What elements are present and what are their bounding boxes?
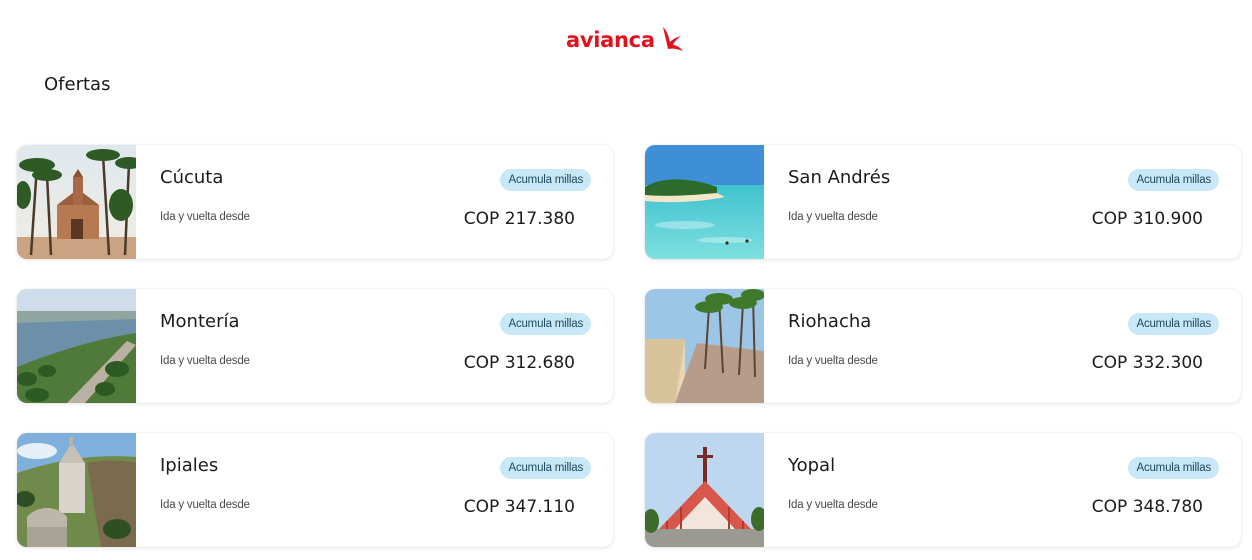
offer-city: Cúcuta xyxy=(160,167,224,188)
offer-card-cucuta[interactable]: Cúcuta Acumula millas Ida y vuelta desde… xyxy=(17,145,613,259)
offer-subtitle: Ida y vuelta desde xyxy=(788,499,878,511)
bird-icon xyxy=(662,27,683,51)
offer-card-riohacha[interactable]: Riohacha Acumula millas Ida y vuelta des… xyxy=(645,289,1241,403)
offer-price: COP 217.380 xyxy=(463,209,575,229)
ipiales-sanctuary-image xyxy=(17,433,136,547)
offer-info: Cúcuta Acumula millas Ida y vuelta desde… xyxy=(136,145,613,259)
miles-badge: Acumula millas xyxy=(500,457,591,479)
offer-city: Yopal xyxy=(788,455,836,476)
offer-price: COP 312.680 xyxy=(463,353,575,373)
offer-subtitle: Ida y vuelta desde xyxy=(160,499,250,511)
san-andres-beach-image xyxy=(645,145,764,259)
offer-info: Yopal Acumula millas Ida y vuelta desde … xyxy=(764,433,1241,547)
offer-card-monteria[interactable]: Montería Acumula millas Ida y vuelta des… xyxy=(17,289,613,403)
offer-price: COP 310.900 xyxy=(1091,209,1203,229)
offer-city: Ipiales xyxy=(160,455,219,476)
offer-subtitle: Ida y vuelta desde xyxy=(160,355,250,367)
logo-wordmark: avianca xyxy=(566,28,655,52)
miles-badge: Acumula millas xyxy=(1128,457,1219,479)
offer-card-ipiales[interactable]: Ipiales Acumula millas Ida y vuelta desd… xyxy=(17,433,613,547)
avianca-logo[interactable]: avianca xyxy=(566,24,685,56)
offer-subtitle: Ida y vuelta desde xyxy=(160,211,250,223)
offer-price: COP 332.300 xyxy=(1091,353,1203,373)
miles-badge: Acumula millas xyxy=(500,313,591,335)
offer-subtitle: Ida y vuelta desde xyxy=(788,355,878,367)
offer-price: COP 348.780 xyxy=(1091,497,1203,517)
offer-card-yopal[interactable]: Yopal Acumula millas Ida y vuelta desde … xyxy=(645,433,1241,547)
offer-card-san-andres[interactable]: San Andrés Acumula millas Ida y vuelta d… xyxy=(645,145,1241,259)
cucuta-cathedral-palms-image xyxy=(17,145,136,259)
offer-subtitle: Ida y vuelta desde xyxy=(788,211,878,223)
offer-city: Riohacha xyxy=(788,311,872,332)
offer-city: San Andrés xyxy=(788,167,891,188)
miles-badge: Acumula millas xyxy=(1128,169,1219,191)
miles-badge: Acumula millas xyxy=(1128,313,1219,335)
miles-badge: Acumula millas xyxy=(500,169,591,191)
offer-price: COP 347.110 xyxy=(463,497,575,517)
offer-info: Riohacha Acumula millas Ida y vuelta des… xyxy=(764,289,1241,403)
offer-info: San Andrés Acumula millas Ida y vuelta d… xyxy=(764,145,1241,259)
yopal-cathedral-image xyxy=(645,433,764,547)
offer-info: Ipiales Acumula millas Ida y vuelta desd… xyxy=(136,433,613,547)
offer-info: Montería Acumula millas Ida y vuelta des… xyxy=(136,289,613,403)
offer-city: Montería xyxy=(160,311,240,332)
monteria-river-image xyxy=(17,289,136,403)
offers-grid: Cúcuta Acumula millas Ida y vuelta desde… xyxy=(17,145,1241,547)
offers-title: Ofertas xyxy=(44,74,111,95)
riohacha-boardwalk-image xyxy=(645,289,764,403)
